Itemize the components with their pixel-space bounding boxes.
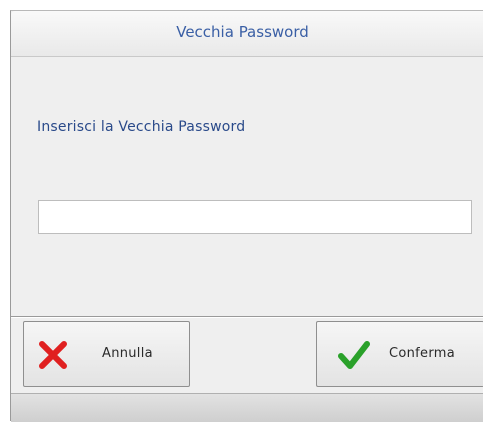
dialog-title-bar: Vecchia Password (11, 11, 483, 57)
dialog-bottom-bar (11, 393, 483, 422)
dialog-content: Inserisci la Vecchia Password (11, 57, 483, 317)
dialog-button-area: Annulla Conferma (11, 318, 483, 393)
old-password-dialog: Vecchia Password Inserisci la Vecchia Pa… (10, 10, 483, 422)
dialog-title: Vecchia Password (176, 23, 309, 41)
old-password-prompt-label: Inserisci la Vecchia Password (37, 119, 246, 135)
confirm-button[interactable]: Conferma (316, 321, 483, 387)
checkmark-icon (338, 341, 370, 369)
confirm-button-label: Conferma (389, 346, 455, 361)
x-icon (39, 341, 67, 369)
cancel-button-label: Annulla (102, 346, 153, 361)
old-password-input[interactable] (38, 200, 472, 234)
cancel-button[interactable]: Annulla (23, 321, 190, 387)
